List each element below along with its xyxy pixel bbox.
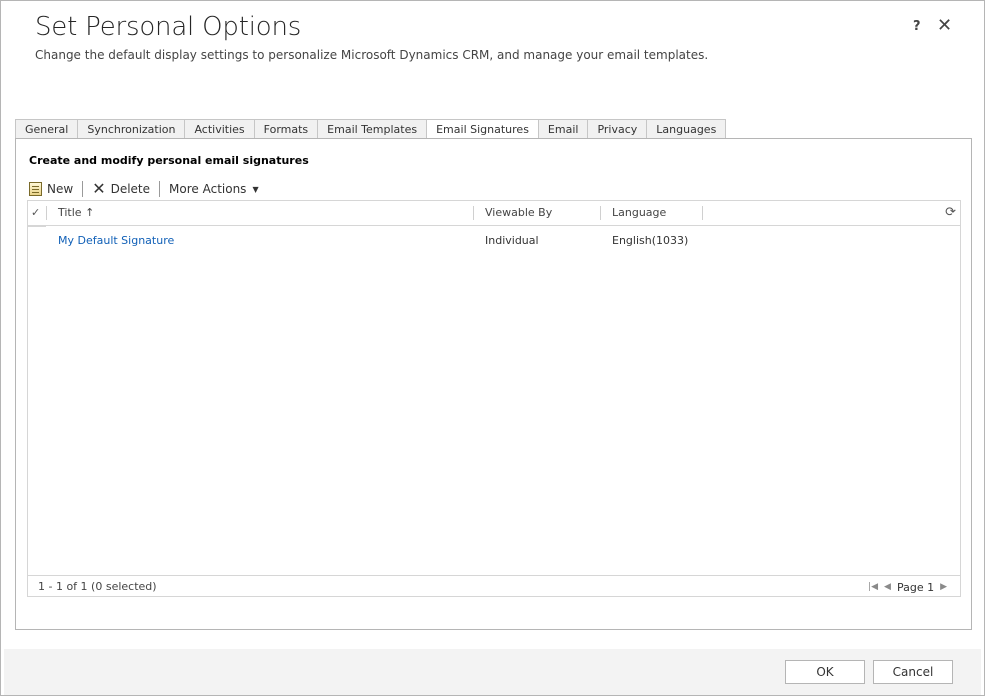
next-page-icon[interactable]: ▶	[940, 582, 947, 592]
tab-general[interactable]: General	[15, 119, 78, 139]
cancel-button[interactable]: Cancel	[873, 660, 953, 684]
refresh-icon[interactable]: ⟳	[945, 206, 956, 219]
tab-email[interactable]: Email	[537, 119, 588, 139]
column-divider	[600, 206, 601, 220]
new-record-icon	[29, 182, 42, 196]
delete-button[interactable]: ✕ Delete	[92, 179, 150, 199]
signature-title-link[interactable]: My Default Signature	[58, 227, 174, 254]
signature-viewable-by: Individual	[485, 234, 539, 247]
delete-icon: ✕	[92, 179, 106, 198]
close-icon[interactable]: ✕	[937, 15, 952, 36]
signature-language: English(1033)	[612, 234, 689, 247]
record-count: 1 - 1 of 1 (0 selected)	[38, 580, 157, 593]
dialog-footer: OK Cancel	[4, 649, 981, 695]
more-actions-button[interactable]: More Actions ▼	[169, 179, 259, 199]
tab-activities[interactable]: Activities	[184, 119, 254, 139]
tab-synchronization[interactable]: Synchronization	[77, 119, 185, 139]
new-button[interactable]: New	[29, 179, 73, 199]
personal-options-dialog: Set Personal Options Change the default …	[0, 0, 985, 696]
command-bar: New ✕ Delete More Actions ▼	[29, 179, 259, 199]
column-header-title[interactable]: Title ↑	[58, 201, 94, 225]
column-divider	[46, 206, 47, 220]
signatures-grid: ✓ Title ↑ Viewable By Language ⟳ My Defa…	[27, 200, 961, 597]
dialog-title: Set Personal Options	[35, 12, 302, 42]
grid-footer: 1 - 1 of 1 (0 selected) |◀ ◀ Page 1 ▶	[28, 575, 960, 597]
more-actions-label: More Actions	[169, 182, 247, 196]
select-all-checkbox[interactable]: ✓	[31, 201, 43, 225]
chevron-down-icon: ▼	[252, 184, 259, 194]
email-signatures-panel: Create and modify personal email signatu…	[15, 138, 972, 630]
tab-email-signatures[interactable]: Email Signatures	[426, 119, 538, 140]
grid-header: ✓ Title ↑ Viewable By Language ⟳	[28, 201, 960, 226]
first-page-icon[interactable]: |◀	[868, 582, 878, 592]
tab-formats[interactable]: Formats	[253, 119, 318, 139]
ok-button[interactable]: OK	[785, 660, 865, 684]
tab-privacy[interactable]: Privacy	[587, 119, 647, 139]
delete-button-label: Delete	[110, 182, 151, 196]
command-separator	[82, 181, 84, 197]
dialog-subtitle: Change the default display settings to p…	[35, 48, 709, 62]
help-button[interactable]: ?	[913, 19, 921, 34]
table-row[interactable]: My Default Signature Individual English(…	[28, 227, 960, 254]
command-separator	[159, 181, 161, 197]
column-header-viewable-by[interactable]: Viewable By	[485, 201, 552, 225]
column-header-language[interactable]: Language	[612, 201, 666, 225]
column-divider	[702, 206, 703, 220]
column-divider	[473, 206, 474, 220]
tab-email-templates[interactable]: Email Templates	[317, 119, 427, 139]
previous-page-icon[interactable]: ◀	[884, 582, 891, 592]
tab-languages[interactable]: Languages	[646, 119, 727, 139]
new-button-label: New	[47, 182, 74, 196]
page-number: Page 1	[896, 580, 935, 594]
pager: |◀ ◀ Page 1 ▶	[865, 576, 950, 598]
section-heading: Create and modify personal email signatu…	[29, 154, 309, 167]
options-tab-strip: General Synchronization Activities Forma…	[15, 119, 727, 140]
